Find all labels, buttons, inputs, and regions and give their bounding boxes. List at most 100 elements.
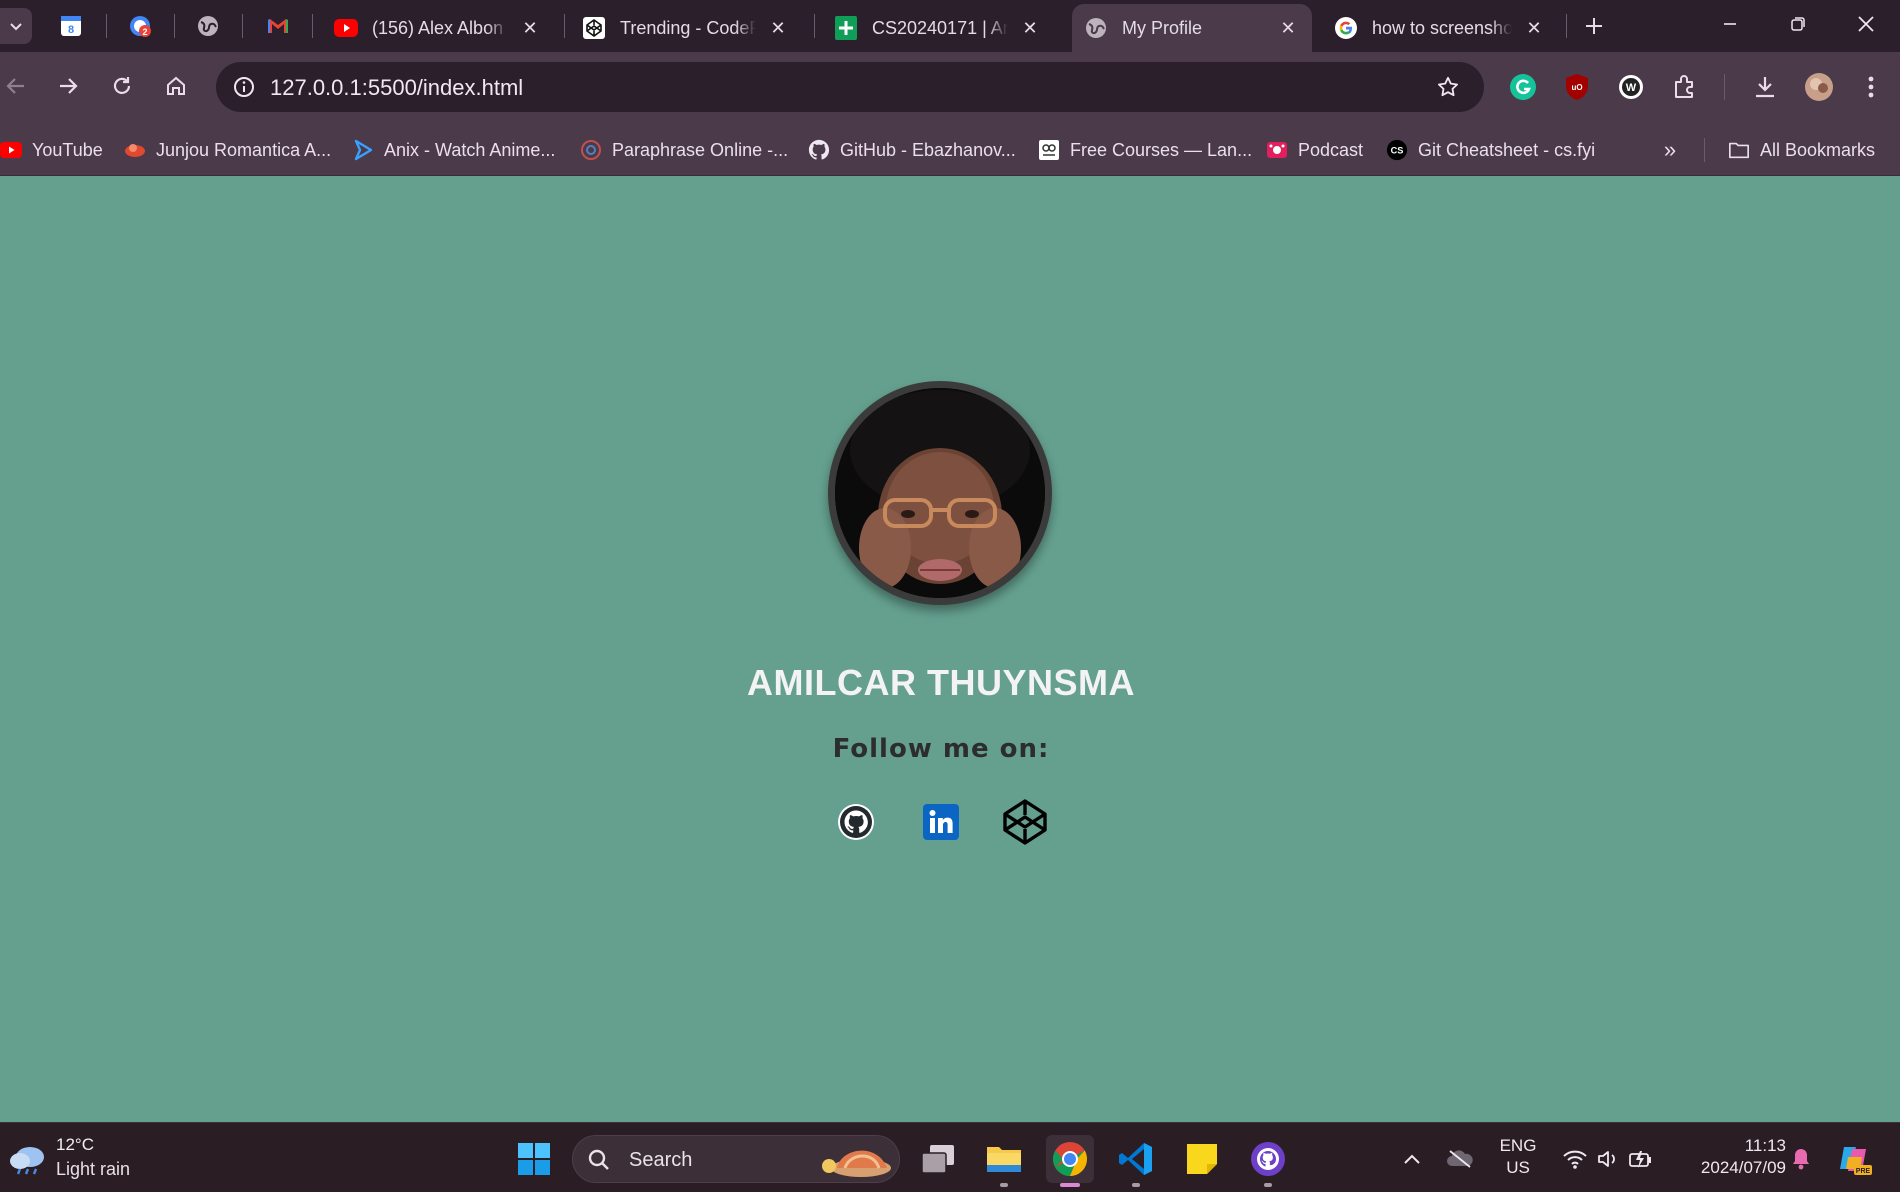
weather-widget[interactable]: 12°C Light rain — [8, 1133, 168, 1185]
close-icon[interactable]: ✕ — [518, 16, 542, 40]
close-icon[interactable]: ✕ — [1018, 16, 1042, 40]
wordtune-extension[interactable]: W — [1614, 70, 1648, 104]
svg-text:2: 2 — [142, 27, 147, 37]
chevron-down-icon — [10, 23, 22, 31]
anime-icon — [125, 144, 145, 157]
close-icon — [1858, 16, 1874, 32]
github-link[interactable] — [832, 798, 880, 846]
codepen-link[interactable] — [1001, 798, 1049, 846]
site-info-icon[interactable] — [230, 73, 258, 101]
chevron-up-icon — [1404, 1154, 1420, 1164]
tab-title: how to screenshot — [1372, 17, 1512, 38]
system-clock[interactable]: 11:13 2024/07/09 — [1676, 1135, 1786, 1179]
browser-toolbar: 127.0.0.1:5500/index.html uO W — [0, 52, 1900, 124]
bookmark-anix[interactable]: Anix - Watch Anime... — [352, 136, 555, 164]
tab-my-profile[interactable]: My Profile ✕ — [1072, 4, 1312, 52]
profile-name: AMILCAR THUYNSMA — [747, 662, 1135, 703]
globe-icon — [1086, 18, 1106, 38]
input-language[interactable]: ENG US — [1496, 1135, 1540, 1179]
downloads-button[interactable] — [1748, 70, 1782, 104]
address-bar[interactable]: 127.0.0.1:5500/index.html — [216, 62, 1484, 112]
notifications-button[interactable] — [1786, 1137, 1816, 1181]
taskbar-search[interactable]: Search — [572, 1135, 900, 1183]
chrome-button[interactable] — [1046, 1135, 1094, 1187]
search-label: Search — [629, 1149, 693, 1171]
forward-button[interactable] — [48, 66, 88, 106]
file-explorer-button[interactable] — [980, 1135, 1028, 1187]
codepen-icon — [1003, 799, 1047, 845]
tab-title: CS20240171 | Amilcar — [872, 17, 1008, 38]
new-tab-button[interactable] — [1578, 10, 1610, 42]
page-viewport: AMILCAR THUYNSMA Follow me on: — [0, 176, 1900, 1122]
ublock-extension[interactable]: uO — [1560, 70, 1594, 104]
copilot-button[interactable]: PRE — [1832, 1137, 1876, 1181]
extensions-button[interactable] — [1668, 70, 1702, 104]
menu-button[interactable] — [1854, 70, 1888, 104]
bookmark-git-cheatsheet[interactable]: CS Git Cheatsheet - cs.fyi — [1386, 136, 1595, 164]
profile-button[interactable] — [1802, 70, 1836, 104]
svg-text:8: 8 — [68, 24, 74, 36]
folder-icon — [987, 1147, 1021, 1172]
svg-text:W: W — [1626, 82, 1637, 94]
close-icon[interactable]: ✕ — [1276, 16, 1300, 40]
tab-codepen[interactable]: Trending - CodePen ✕ — [570, 4, 802, 52]
pinned-tab-google[interactable]: 2 — [124, 10, 156, 42]
vscode-button[interactable] — [1112, 1135, 1160, 1187]
volume-icon — [1598, 1151, 1615, 1167]
tab-google-search[interactable]: how to screenshot ✕ — [1322, 4, 1558, 52]
close-window-button[interactable] — [1832, 0, 1900, 48]
bookmark-junjou-romantica[interactable]: Junjou Romantica A... — [124, 136, 331, 164]
tab-sheets[interactable]: CS20240171 | Amilcar ✕ — [822, 4, 1054, 52]
bookmark-star-icon[interactable] — [1434, 73, 1462, 101]
restore-button[interactable] — [1764, 0, 1832, 48]
quick-settings-button[interactable] — [1556, 1137, 1660, 1181]
all-bookmarks[interactable]: All Bookmarks — [1728, 136, 1875, 164]
tab-youtube[interactable]: (156) Alex Albon Crash ✕ — [322, 4, 554, 52]
grammarly-extension[interactable] — [1506, 70, 1540, 104]
reload-button[interactable] — [102, 66, 142, 106]
globe-icon — [198, 16, 218, 36]
podcast-icon — [1267, 142, 1287, 158]
pinned-tab-globe[interactable] — [192, 10, 224, 42]
bookmarks-overflow-icon[interactable]: » — [1656, 136, 1684, 164]
start-button[interactable] — [510, 1135, 558, 1183]
show-hidden-icons-button[interactable] — [1396, 1137, 1428, 1181]
google-icon — [1335, 17, 1357, 39]
bookmark-podcast[interactable]: Podcast — [1266, 136, 1363, 164]
home-button[interactable] — [156, 66, 196, 106]
kebab-menu-icon — [1868, 76, 1874, 98]
bookmark-label: Paraphrase Online -... — [612, 139, 789, 160]
sheets-icon — [835, 16, 857, 40]
search-icon — [588, 1149, 609, 1170]
close-icon[interactable]: ✕ — [1522, 16, 1546, 40]
chrome-icon — [1053, 1142, 1087, 1176]
task-view-button[interactable] — [914, 1135, 962, 1183]
svg-text:CS: CS — [1391, 146, 1404, 156]
pinned-tab-gmail[interactable] — [262, 10, 294, 42]
close-icon[interactable]: ✕ — [766, 16, 790, 40]
bookmark-youtube[interactable]: YouTube — [0, 136, 103, 164]
linkedin-link[interactable] — [917, 798, 965, 846]
bookmark-free-courses[interactable]: Free Courses — Lan... — [1038, 136, 1252, 164]
github-icon — [838, 804, 874, 840]
minimize-button[interactable] — [1696, 0, 1764, 48]
url-text[interactable]: 127.0.0.1:5500/index.html — [270, 75, 523, 101]
github-desktop-button[interactable] — [1244, 1135, 1292, 1187]
sticky-notes-button[interactable] — [1178, 1135, 1226, 1183]
back-button[interactable] — [0, 66, 36, 106]
bookmark-paraphrase[interactable]: Paraphrase Online -... — [580, 136, 788, 164]
csfyi-icon: CS — [1386, 139, 1408, 161]
profile-photo — [835, 388, 1045, 598]
github-desktop-icon — [1251, 1142, 1285, 1176]
weather-temp: 12°C — [56, 1135, 94, 1154]
onedrive-button[interactable] — [1442, 1137, 1478, 1181]
bookmark-label: Git Cheatsheet - cs.fyi — [1418, 139, 1596, 160]
github-icon — [808, 139, 830, 160]
youtube-icon — [334, 19, 358, 37]
pinned-tab-calendar[interactable]: 8 — [55, 10, 87, 42]
bookmark-github[interactable]: GitHub - Ebazhanov... — [808, 136, 1016, 164]
tab-search-button[interactable] — [0, 8, 32, 44]
search-highlight-icon — [822, 1150, 891, 1177]
windows-taskbar: 12°C Light rain Search ENG US 11:13 2024… — [0, 1122, 1900, 1192]
bookmark-label: YouTube — [32, 139, 103, 160]
